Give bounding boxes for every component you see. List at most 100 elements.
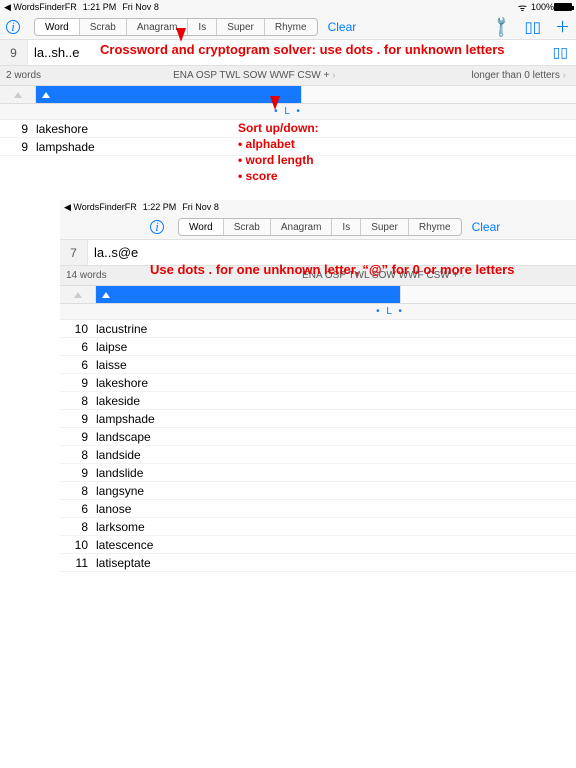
row-score: 9	[60, 376, 96, 390]
sort-col-score[interactable]	[60, 286, 96, 303]
seg-scrab[interactable]: Scrab	[80, 19, 127, 35]
list-item[interactable]: 11latiseptate	[60, 554, 576, 572]
word-count: 14 words	[60, 270, 113, 281]
row-score: 8	[60, 520, 96, 534]
list-item[interactable]: 9lakeshore	[0, 120, 576, 138]
seg-rhyme[interactable]: Rhyme	[265, 19, 317, 35]
row-score: 9	[60, 430, 96, 444]
back-app-link[interactable]: ◀︎ WordsFinderFR	[64, 202, 137, 213]
sort-row	[0, 86, 576, 104]
query-length: 9	[0, 40, 28, 65]
list-item[interactable]: 6laipse	[60, 338, 576, 356]
toolbar: i Word Scrab Anagram Is Super Rhyme Clea…	[60, 214, 576, 240]
wordlists-button[interactable]: ENA OSP TWL SOW WWF CSW + ›	[113, 270, 576, 281]
query-length: 7	[60, 240, 88, 265]
sort-col-score[interactable]	[0, 86, 36, 103]
row-score: 8	[60, 394, 96, 408]
row-score: 11	[60, 556, 96, 570]
screen-1: ◀︎ WordsFinderFR 1:21 PM Fri Nov 8 ᯤ 100…	[0, 0, 576, 156]
back-app-link[interactable]: ◀︎ WordsFinderFR	[4, 2, 77, 13]
list-item[interactable]: 8larksome	[60, 518, 576, 536]
sort-col-alpha[interactable]	[36, 86, 301, 103]
status-bar: ◀︎ WordsFinderFR 1:22 PM Fri Nov 8	[60, 200, 576, 214]
row-word: laipse	[96, 340, 576, 354]
sort-col-length[interactable]	[400, 286, 576, 303]
list-item[interactable]: 8langsyne	[60, 482, 576, 500]
row-score: 9	[60, 466, 96, 480]
row-word: lanose	[96, 502, 576, 516]
settings-icon[interactable]: 🔧	[488, 14, 514, 40]
list-item[interactable]: 10lacustrine	[60, 320, 576, 338]
row-word: langsyne	[96, 484, 576, 498]
results-list: 10lacustrine 6laipse 6laisse 9lakeshore …	[60, 320, 576, 572]
list-item[interactable]: 9lakeshore	[60, 374, 576, 392]
results-header: 14 words ENA OSP TWL SOW WWF CSW + › lon…	[60, 266, 576, 286]
row-word: laisse	[96, 358, 576, 372]
status-time: 1:22 PM	[143, 202, 177, 212]
status-date: Fri Nov 8	[122, 2, 159, 12]
bookmarks-icon[interactable]: ▯▯	[524, 18, 541, 36]
seg-is[interactable]: Is	[188, 19, 217, 35]
arrow-down-icon	[270, 96, 280, 110]
info-icon[interactable]: i	[150, 220, 164, 234]
row-word: landscape	[96, 430, 576, 444]
row-word: latescence	[96, 538, 576, 552]
row-word: lakeside	[96, 394, 576, 408]
row-word: lacustrine	[96, 322, 576, 336]
row-word: lakeshore	[96, 376, 576, 390]
list-item[interactable]: 9landscape	[60, 428, 576, 446]
list-item[interactable]: 10latescence	[60, 536, 576, 554]
seg-word[interactable]: Word	[35, 19, 80, 35]
seg-super[interactable]: Super	[361, 219, 409, 235]
seg-anagram[interactable]: Anagram	[271, 219, 333, 235]
row-word: larksome	[96, 520, 576, 534]
chevron-right-icon: ›	[563, 70, 570, 81]
section-letter: • L •	[0, 104, 576, 120]
row-score: 9	[0, 140, 36, 154]
mode-segmented[interactable]: Word Scrab Anagram Is Super Rhyme	[178, 218, 462, 236]
row-score: 9	[60, 412, 96, 426]
lookup-icon[interactable]: ▯▯	[545, 44, 576, 61]
add-icon[interactable]: ＋	[555, 16, 570, 37]
seg-super[interactable]: Super	[217, 19, 265, 35]
toolbar: i Word Scrab Anagram Is Super Rhyme Clea…	[0, 14, 576, 40]
length-filter-button[interactable]: longer than 0 letters ›	[465, 70, 576, 81]
row-word: latiseptate	[96, 556, 576, 570]
results-list: 9lakeshore 9lampshade	[0, 120, 576, 156]
list-item[interactable]: 6laisse	[60, 356, 576, 374]
arrow-down-icon	[176, 28, 186, 42]
clear-button[interactable]: Clear	[472, 220, 501, 234]
sort-col-length[interactable]	[301, 86, 576, 103]
query-input[interactable]: la..s@e	[88, 245, 576, 260]
sort-row	[60, 286, 576, 304]
list-item[interactable]: 9lampshade	[60, 410, 576, 428]
list-item[interactable]: 9landslide	[60, 464, 576, 482]
clear-button[interactable]: Clear	[328, 20, 357, 34]
chevron-right-icon: ›	[461, 270, 468, 281]
status-bar: ◀︎ WordsFinderFR 1:21 PM Fri Nov 8 ᯤ 100…	[0, 0, 576, 14]
status-date: Fri Nov 8	[182, 202, 219, 212]
battery-percent: 100%	[531, 2, 554, 12]
query-row: 7 la..s@e	[60, 240, 576, 266]
row-score: 10	[60, 538, 96, 552]
seg-is[interactable]: Is	[332, 219, 361, 235]
seg-scrab[interactable]: Scrab	[224, 219, 271, 235]
query-row: 9 la..sh..e ▯▯	[0, 40, 576, 66]
row-score: 8	[60, 448, 96, 462]
wordlists-button[interactable]: ENA OSP TWL SOW WWF CSW + ›	[47, 70, 465, 81]
status-time: 1:21 PM	[83, 2, 117, 12]
battery-icon	[554, 3, 572, 11]
query-input[interactable]: la..sh..e	[28, 45, 545, 60]
list-item[interactable]: 6lanose	[60, 500, 576, 518]
seg-rhyme[interactable]: Rhyme	[409, 219, 461, 235]
list-item[interactable]: 8lakeside	[60, 392, 576, 410]
row-word: lakeshore	[36, 122, 576, 136]
list-item[interactable]: 8landside	[60, 446, 576, 464]
seg-word[interactable]: Word	[179, 219, 224, 235]
row-score: 10	[60, 322, 96, 336]
results-header: 2 words ENA OSP TWL SOW WWF CSW + › long…	[0, 66, 576, 86]
list-item[interactable]: 9lampshade	[0, 138, 576, 156]
info-icon[interactable]: i	[6, 20, 20, 34]
row-score: 9	[0, 122, 36, 136]
sort-col-alpha[interactable]	[96, 286, 400, 303]
